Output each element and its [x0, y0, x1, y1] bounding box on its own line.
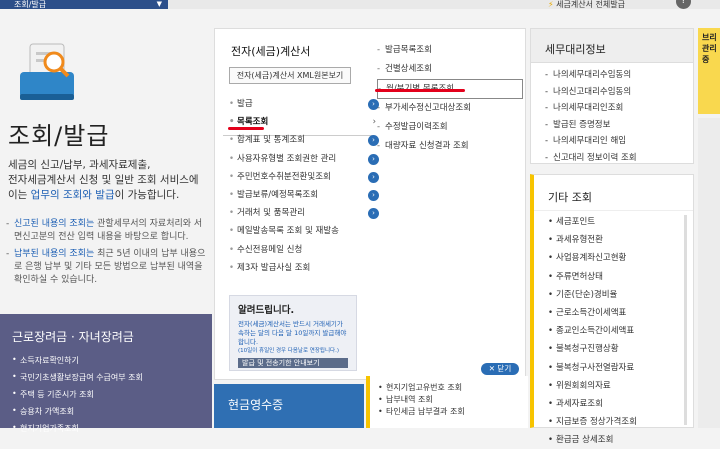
desc-suffix: 이 가능합니다. — [114, 189, 180, 201]
other-link[interactable]: 기준(단순)경비율 — [548, 286, 693, 304]
submenu-item[interactable]: 건별상세조회 — [377, 60, 523, 79]
other-title: 기타 조회 — [534, 175, 693, 211]
menu-item-label: 거래처 및 품목관리 — [237, 208, 305, 219]
incentive-panel: 근로장려금 · 자녀장려금 소득자료확인하기 국민기초생활보장급여 수급여부 조… — [0, 314, 212, 433]
other-link[interactable]: 불복청구진행상황 — [548, 340, 693, 358]
other-link[interactable]: 종교인소득간이세액표 — [548, 322, 693, 340]
other-link[interactable]: 근로소득간이세액표 — [548, 304, 693, 322]
menu-item-summary[interactable]: 합계표 및 통계조회› — [229, 131, 379, 150]
close-button[interactable]: ✕ 닫기 — [481, 363, 519, 375]
incentive-title: 근로장려금 · 자녀장려금 — [12, 330, 134, 344]
menu-item-label: 주민번호수취분전환및조회 — [237, 171, 331, 182]
menu-item-label: 제3자 발급사실 조회 — [237, 262, 311, 273]
misc-links-panel: 현지기업고유번호 조회 납부내역 조회 타인세금 납부결과 조회 — [366, 376, 528, 428]
other-inquiry-panel: 기타 조회 세금포인트 과세유형전환 사업용계좌신고현황 주류면허상태 기준(단… — [530, 174, 694, 449]
misc-link[interactable]: 현지기업고유번호 조회 — [378, 382, 528, 394]
menu-item-label: 합계표 및 통계조회 — [237, 135, 305, 146]
page-title: 조회/발급 — [8, 122, 110, 150]
menu-item-label: 목록조회 — [237, 117, 269, 128]
panel-title: 전자(세금)계산서 — [231, 45, 311, 58]
menu-item-mail[interactable]: 메일발송목록 조회 및 재발송 — [229, 222, 379, 240]
note-item: 납부된 내용의 조회는 최근 5년 이내의 납부 내용으로 은행 납부 및 기타… — [6, 248, 206, 287]
e-invoice-panel: 전자(세금)계산서 전자(세금)계산서 XML원본보기 발급› 목록조회› 합계… — [214, 28, 526, 380]
tax-agent-link[interactable]: 나의세무대리수임동의 — [545, 67, 693, 84]
red-annotation-mark — [375, 89, 465, 92]
tax-agent-link[interactable]: 신고대리 정보이력 조회 — [545, 150, 693, 167]
other-link[interactable]: 사업용계좌신고현황 — [548, 249, 693, 267]
menu-item-pending[interactable]: 발급보류/예정목록조회 › — [229, 186, 379, 204]
page-description: 세금의 신고/납부, 과세자료제출, 전자세금계산서 신청 및 일반 조회 서비… — [8, 158, 208, 203]
go-arrow-icon: › — [368, 208, 379, 220]
chevron-down-icon: ▼ — [156, 0, 162, 8]
other-link[interactable]: 불복청구사전열람자료 — [548, 359, 693, 377]
tax-agent-panel: 세무대리정보 나의세무대리수임동의 나의신고대리수임동의 나의세무대리인조회 발… — [530, 28, 694, 167]
menu-item-issue[interactable]: 발급› — [229, 95, 379, 113]
deadline-info-link[interactable]: 발급 및 전송기한 안내보기 — [238, 358, 348, 368]
menu-item-permission[interactable]: 사용자유형별 조회권한 관리› — [229, 150, 379, 168]
incentive-link[interactable]: 승용차 가액조회 — [12, 406, 200, 417]
cash-receipt-panel[interactable]: 현금영수증 — [214, 384, 364, 428]
notice-small: (10일이 휴일인 경우 다음날로 연장됩니다.) — [238, 348, 339, 354]
other-link[interactable]: 지급보증 정상가격조회 — [548, 413, 693, 431]
chevron-right-icon: › — [372, 117, 376, 128]
notice-title: 알려드립니다. — [238, 305, 295, 316]
top-right-label: 세금계산서 전체발급 — [556, 0, 625, 9]
tax-agent-link[interactable]: 나의세무대리인 해임 — [545, 133, 693, 150]
menu-item-label: 사용자유형별 조회권한 관리 — [237, 153, 337, 164]
other-link[interactable]: 환급금 상세조회 — [548, 431, 693, 449]
tax-agent-link[interactable]: 발급된 증명정보 — [545, 117, 693, 134]
top-nav-label: 조회/발급 — [14, 0, 47, 9]
note-highlight: 신고된 내용의 조회는 — [14, 219, 95, 229]
desc-highlight: 업무의 조회와 발급 — [30, 189, 115, 201]
go-arrow-icon: › — [368, 171, 379, 183]
notice-body: 전자(세금)계산서는 반드시 거래세기가 속하는 달의 다음 달 10일까지 발… — [238, 320, 347, 346]
incentive-link[interactable]: 국민기초생활보장급여 수급여부 조회 — [12, 372, 200, 383]
misc-link[interactable]: 타인세금 납부결과 조회 — [378, 406, 528, 418]
incentive-link[interactable]: 소득자료확인하기 — [12, 355, 200, 366]
menu-item-convert[interactable]: 주민번호수취분전환및조회 › — [229, 168, 379, 186]
top-right-link[interactable]: ⚡ 세금계산서 전체발급 — [548, 0, 625, 9]
top-nav-menu[interactable]: 조회/발급 ▼ — [0, 0, 168, 9]
other-link[interactable]: 과세자료조회 — [548, 395, 693, 413]
menu-item-partners[interactable]: 거래처 및 품목관리 › — [229, 204, 379, 222]
incentive-link[interactable]: 현지기업가족조회 — [12, 423, 200, 434]
left-menu: 발급› 목록조회› 합계표 및 통계조회› 사용자유형별 조회권한 관리› 주민… — [229, 95, 379, 277]
other-link[interactable]: 세금포인트 — [548, 213, 693, 231]
side-strip — [698, 118, 720, 428]
tax-agent-link[interactable]: 나의세무대리인조회 — [545, 100, 693, 117]
submenu-item[interactable]: 수정발급이력조회 — [377, 118, 523, 137]
tax-agent-link[interactable]: 나의신고대리수임동의 — [545, 84, 693, 101]
document-search-icon — [20, 43, 74, 100]
menu-item-label: 발급 — [237, 99, 253, 109]
menu-item-label: 메일발송목록 조회 및 재발송 — [237, 226, 339, 237]
other-link[interactable]: 과세유형전환 — [548, 231, 693, 249]
submenu-item[interactable]: 대량자료 신청결과 조회 — [377, 137, 523, 156]
menu-item-label: 수신전용메일 신청 — [237, 244, 303, 255]
other-link[interactable]: 주류면허상태 — [548, 268, 693, 286]
tax-agent-title: 세무대리정보 — [531, 29, 693, 63]
go-arrow-icon: › — [368, 189, 379, 201]
notes-list: 신고된 내용의 조회는 관할세무서의 자료처리와 서면신고분의 전산 입력 내용… — [6, 218, 206, 291]
misc-link[interactable]: 납부내역 조회 — [378, 394, 528, 406]
notice-box: 알려드립니다. 전자(세금)계산서는 반드시 거래세기가 속하는 달의 다음 달… — [229, 295, 357, 371]
cash-title: 현금영수증 — [228, 398, 284, 412]
side-banner[interactable]: 브리 관리 중 — [698, 28, 720, 114]
other-link[interactable]: 위원회회의자료 — [548, 377, 693, 395]
note-highlight: 납부된 내용의 조회는 — [14, 249, 95, 259]
incentive-link[interactable]: 주택 등 기준시가 조회 — [12, 389, 200, 400]
menu-item-receive-mail[interactable]: 수신전용메일 신청 — [229, 241, 379, 259]
sub-menu: 발급목록조회 건별상세조회 월/분기별 목록조회 부가세수정신고대상조회 수정발… — [377, 41, 523, 156]
submenu-item[interactable]: 부가세수정신고대상조회 — [377, 99, 523, 118]
submenu-item[interactable]: 발급목록조회 — [377, 41, 523, 60]
xml-view-button[interactable]: 전자(세금)계산서 XML원본보기 — [229, 67, 351, 84]
red-annotation-mark — [228, 127, 264, 130]
scrollbar[interactable] — [684, 215, 687, 425]
bolt-icon: ⚡ — [548, 0, 554, 9]
menu-item-label: 발급보류/예정목록조회 — [237, 189, 319, 200]
note-item: 신고된 내용의 조회는 관할세무서의 자료처리와 서면신고분의 전산 입력 내용… — [6, 218, 206, 244]
menu-item-third-party[interactable]: 제3자 발급사실 조회 — [229, 259, 379, 277]
